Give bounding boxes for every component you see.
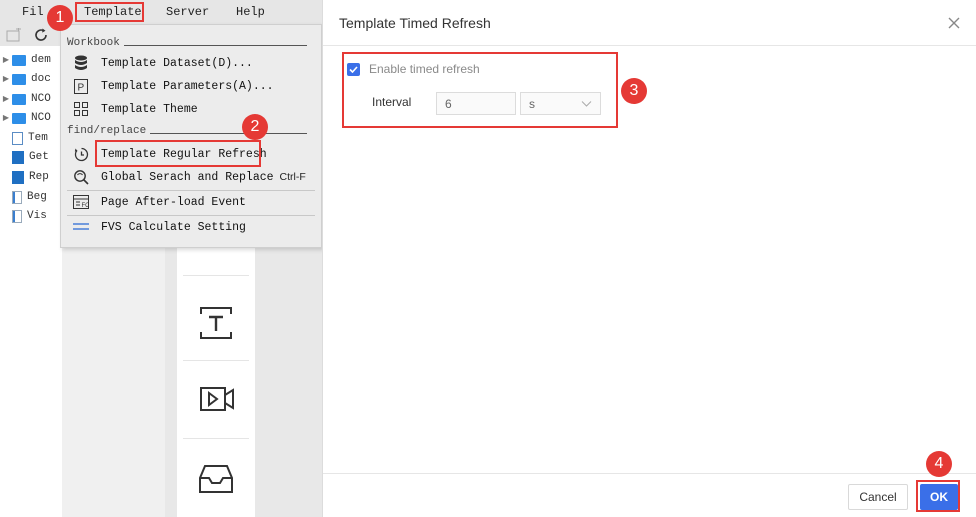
step-badge-3: 3	[621, 78, 647, 104]
widget-palette	[177, 223, 255, 517]
folder-icon	[12, 73, 26, 85]
timed-refresh-dialog: Template Timed Refresh Enable timed refr…	[322, 0, 976, 517]
tree-item[interactable]: ▶ doc	[0, 69, 62, 89]
expand-arrow-icon[interactable]: ▶	[0, 94, 12, 104]
tree-item-label: NCO	[31, 112, 51, 124]
svg-text:P: P	[78, 82, 85, 93]
widget-divider	[183, 438, 249, 439]
folder-icon	[12, 54, 26, 66]
tree-item[interactable]: Get	[0, 147, 62, 167]
tree-item-label: Rep	[29, 171, 49, 183]
tree-item-label: doc	[31, 73, 51, 85]
widget-divider	[183, 275, 249, 276]
tree-item-label: dem	[31, 54, 51, 66]
expand-arrow-icon[interactable]: ▶	[0, 55, 12, 65]
svg-text:FC: FC	[82, 203, 90, 209]
unit-value: s	[529, 97, 535, 111]
group-label-workbook: Workbook	[67, 37, 124, 49]
refresh-icon[interactable]	[33, 27, 49, 43]
designer-workspace: Fil Template Server Help ▶ dem ▶ doc ▶ N…	[0, 0, 322, 517]
report-file-icon	[12, 170, 24, 184]
new-folder-icon[interactable]	[6, 28, 22, 42]
inbox-widget-icon[interactable]	[197, 460, 235, 498]
search-replace-icon	[71, 169, 91, 185]
tree-item[interactable]: Tem	[0, 128, 62, 148]
dialog-header: Template Timed Refresh	[323, 0, 976, 46]
tree-item[interactable]: ▶ dem	[0, 50, 62, 70]
folder-icon	[12, 112, 26, 124]
menu-template[interactable]: Template	[84, 5, 142, 19]
menu-file[interactable]: Fil	[22, 5, 44, 19]
step-badge-2: 2	[242, 114, 268, 140]
expand-arrow-icon[interactable]: ▶	[0, 74, 12, 84]
dashboard-file-icon	[12, 190, 22, 204]
dialog-title: Template Timed Refresh	[339, 15, 491, 31]
interval-label: Interval	[372, 95, 412, 109]
shortcut-hint: Ctrl-F	[279, 171, 306, 183]
tree-item[interactable]: Vis	[0, 206, 62, 226]
report-file-icon	[12, 150, 24, 164]
menu-item-template-parameters[interactable]: P Template Parameters(A)...	[63, 75, 319, 97]
widget-divider	[183, 360, 249, 361]
fvs-lines-icon	[71, 219, 91, 235]
group-label-find-replace: find/replace	[67, 125, 151, 137]
theme-grid-icon	[71, 101, 91, 117]
template-file-icon	[12, 131, 23, 145]
database-icon	[71, 55, 91, 71]
menu-item-page-after-load-event[interactable]: FC Page After-load Event	[63, 191, 319, 213]
close-icon[interactable]	[945, 14, 963, 32]
dashboard-file-icon	[12, 209, 22, 223]
refresh-clock-icon	[71, 146, 91, 162]
menu-item-template-dataset[interactable]: Template Dataset(D)...	[63, 52, 319, 74]
menu-item-template-theme[interactable]: Template Theme	[63, 98, 319, 120]
enable-timed-refresh-label: Enable timed refresh	[369, 62, 480, 76]
tree-item[interactable]: Rep	[0, 167, 62, 187]
interval-input[interactable]	[436, 92, 516, 115]
tree-item[interactable]: ▶ NCO	[0, 108, 62, 128]
cancel-button[interactable]: Cancel	[848, 484, 908, 510]
tree-item-label: Vis	[27, 210, 47, 222]
interval-unit-select[interactable]: s	[520, 92, 601, 115]
video-widget-icon[interactable]	[197, 380, 235, 418]
dialog-footer: Cancel OK	[323, 473, 976, 517]
step-badge-4: 4	[926, 451, 952, 477]
checkbox-checked-icon[interactable]	[347, 62, 360, 76]
page-event-icon: FC	[71, 194, 91, 210]
menu-server[interactable]: Server	[166, 5, 209, 19]
refresh-settings-group: Enable timed refresh Interval s	[345, 53, 619, 127]
parameter-icon: P	[71, 78, 91, 94]
menu-help[interactable]: Help	[236, 5, 265, 19]
tree-item-label: Beg	[27, 191, 47, 203]
folder-icon	[12, 93, 26, 105]
template-menu-dropdown: Workbook Template Dataset(D)... P Templa…	[60, 24, 322, 248]
text-widget-icon[interactable]	[197, 304, 235, 342]
enable-timed-refresh-checkbox[interactable]: Enable timed refresh	[347, 62, 480, 76]
menu-item-template-regular-refresh[interactable]: Template Regular Refresh	[63, 143, 319, 165]
tree-item-label: NCO	[31, 93, 51, 105]
file-tree: ▶ dem ▶ doc ▶ NCO ▶ NCO Tem Get Rep Beg …	[0, 46, 62, 517]
expand-arrow-icon[interactable]: ▶	[0, 113, 12, 123]
step-badge-1: 1	[47, 5, 73, 31]
tree-item-label: Tem	[28, 132, 48, 144]
tree-item-label: Get	[29, 151, 49, 163]
menu-item-global-search-replace[interactable]: Global Serach and Replace Ctrl-F	[63, 166, 319, 188]
ok-button[interactable]: OK	[920, 484, 958, 510]
tree-item[interactable]: ▶ NCO	[0, 89, 62, 109]
tree-item[interactable]: Beg	[0, 187, 62, 207]
chevron-down-icon	[581, 101, 592, 107]
menu-item-fvs-calculate-setting[interactable]: FVS Calculate Setting	[63, 216, 319, 238]
